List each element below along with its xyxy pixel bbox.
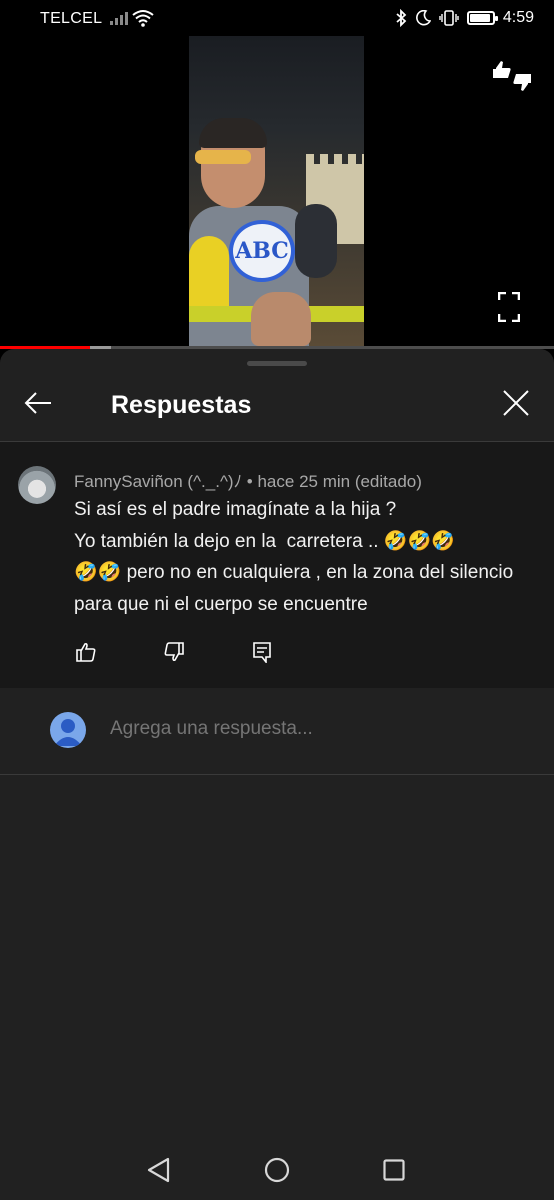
sheet-title: Respuestas: [111, 391, 252, 419]
battery-icon: [466, 11, 498, 25]
hand: [251, 292, 311, 346]
wifi-icon: [132, 10, 154, 27]
fullscreen-icon[interactable]: [498, 292, 520, 322]
feedback-icon[interactable]: [492, 58, 532, 94]
comment-line-1: Si así es el padre imagínate a la hija ?: [74, 499, 397, 520]
comment-meta: FannySaviñon (^._.^)ﾉ • hace 25 min (edi…: [74, 472, 422, 491]
comment-line-3: 🤣🤣 pero no en cualquiera , en la zona de…: [74, 562, 514, 615]
video-player[interactable]: ABC: [0, 36, 554, 346]
bluetooth-icon: [396, 9, 407, 27]
status-bar: TELCEL 4:59: [0, 0, 554, 36]
dislike-button[interactable]: [162, 640, 186, 664]
drag-handle[interactable]: [247, 361, 307, 366]
comment-actions: [74, 640, 274, 664]
thumbs-up-icon: [76, 642, 96, 662]
reply-button[interactable]: [250, 640, 274, 664]
reply-icon: [253, 642, 271, 663]
thumbs-down-icon: [164, 642, 184, 662]
reply-input[interactable]: [110, 718, 510, 740]
recents-square-icon[interactable]: [383, 1159, 405, 1181]
back-triangle-icon[interactable]: [146, 1157, 172, 1183]
system-nav-bar: [0, 1140, 554, 1200]
like-button[interactable]: [74, 640, 98, 664]
user-avatar[interactable]: [50, 712, 86, 748]
home-circle-icon[interactable]: [264, 1157, 290, 1183]
replies-sheet: Respuestas FannySaviñon (^._.^)ﾉ • hace …: [0, 349, 554, 1200]
moon-icon: [415, 10, 431, 26]
add-reply-row[interactable]: [0, 688, 554, 775]
vibrate-icon: [439, 10, 459, 26]
signal-icon: [110, 10, 128, 25]
back-button[interactable]: [20, 385, 56, 421]
commenter-avatar[interactable]: [18, 466, 56, 504]
carrier-label: TELCEL: [40, 10, 103, 27]
microphone-dark: [295, 204, 337, 278]
close-icon: [503, 390, 529, 416]
person-hair: [199, 118, 267, 148]
person-icon: [54, 719, 82, 746]
parent-comment: FannySaviñon (^._.^)ﾉ • hace 25 min (edi…: [0, 442, 554, 688]
comment-text: Si así es el padre imagínate a la hija ?…: [74, 494, 530, 620]
comment-line-2: Yo también la dejo en la carretera .. 🤣🤣…: [74, 530, 455, 552]
close-button[interactable]: [498, 385, 534, 421]
abc-microphone-logo: ABC: [229, 220, 295, 282]
sheet-header: Respuestas: [0, 367, 554, 442]
sunglasses: [195, 150, 251, 164]
clock: 4:59: [502, 9, 534, 26]
arrow-left-icon: [24, 392, 51, 414]
video-frame: ABC: [189, 36, 364, 346]
